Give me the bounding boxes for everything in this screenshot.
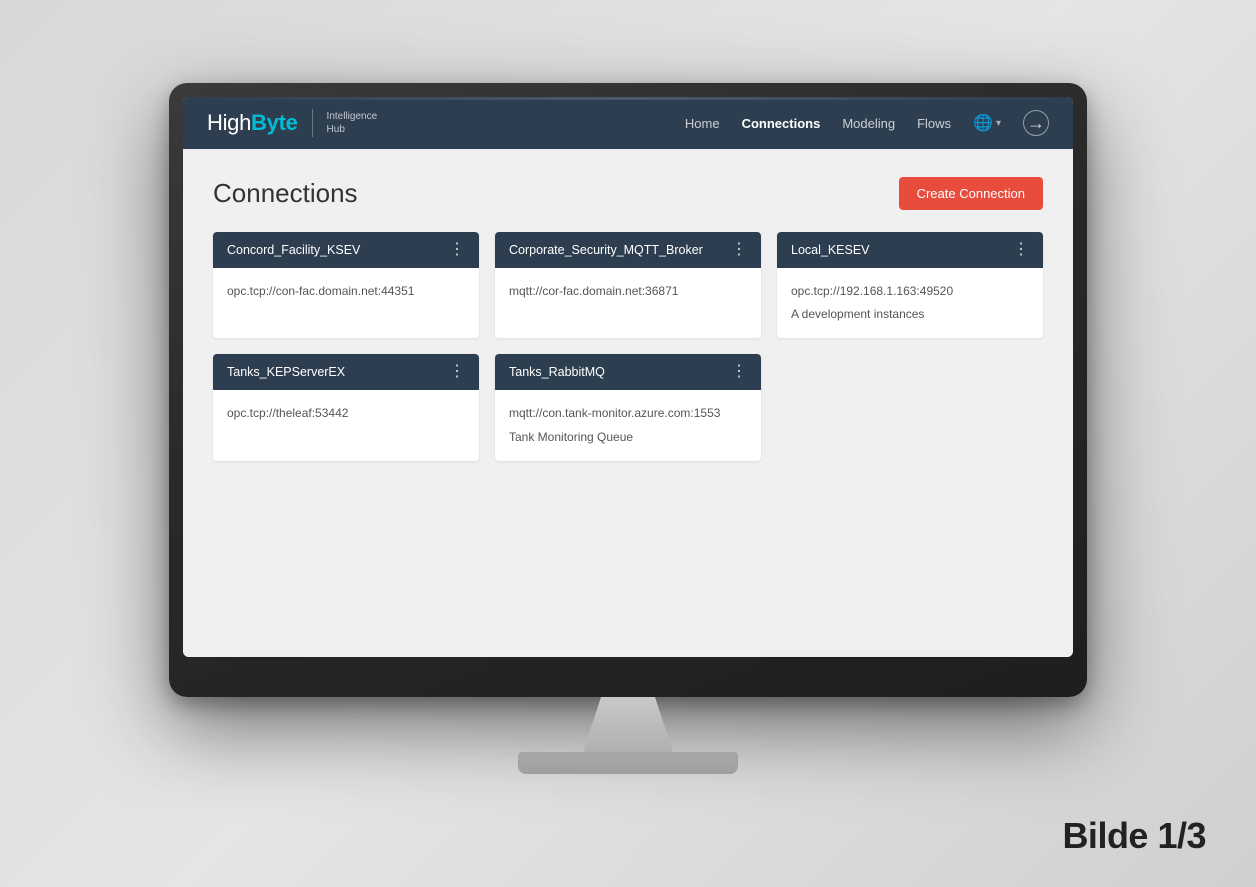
card-tanks-rabbit-body: mqtt://con.tank-monitor.azure.com:1553 T…	[495, 390, 761, 460]
card-concord: Concord_Facility_KSEV ⋮ opc.tcp://con-fa…	[213, 232, 479, 338]
card-corporate-menu[interactable]: ⋮	[731, 242, 747, 258]
card-local-menu[interactable]: ⋮	[1013, 242, 1029, 258]
card-tanks-rabbit: Tanks_RabbitMQ ⋮ mqtt://con.tank-monitor…	[495, 354, 761, 460]
logo-text: HighByte	[207, 110, 298, 136]
nav-links: Home Connections Modeling Flows 🌐 ▾ →	[685, 110, 1049, 136]
card-tanks-kep-title: Tanks_KEPServerEX	[227, 365, 345, 379]
logo-subtitle: Intelligence Hub	[327, 110, 378, 136]
monitor-stand-base	[518, 752, 738, 774]
logout-icon[interactable]: →	[1023, 110, 1049, 136]
monitor-wrapper: HighByte Intelligence Hub Home Connectio…	[169, 83, 1087, 774]
create-connection-button[interactable]: Create Connection	[899, 177, 1043, 210]
card-concord-title: Concord_Facility_KSEV	[227, 243, 360, 257]
bilde-label: Bilde 1/3	[1062, 815, 1206, 857]
logo-byte: Byte	[251, 110, 298, 135]
card-local: Local_KESEV ⋮ opc.tcp://192.168.1.163:49…	[777, 232, 1043, 338]
card-local-body: opc.tcp://192.168.1.163:49520 A developm…	[777, 268, 1043, 338]
card-tanks-rabbit-header: Tanks_RabbitMQ ⋮	[495, 354, 761, 390]
nav-flows[interactable]: Flows	[917, 116, 951, 131]
card-local-detail-0: opc.tcp://192.168.1.163:49520	[791, 282, 1029, 301]
scene: HighByte Intelligence Hub Home Connectio…	[0, 0, 1256, 887]
monitor-screen: HighByte Intelligence Hub Home Connectio…	[183, 97, 1073, 657]
card-corporate-body: mqtt://cor-fac.domain.net:36871	[495, 268, 761, 315]
card-tanks-rabbit-menu[interactable]: ⋮	[731, 364, 747, 380]
card-tanks-kep-detail-0: opc.tcp://theleaf:53442	[227, 404, 465, 423]
nav-modeling[interactable]: Modeling	[842, 116, 895, 131]
nav-connections[interactable]: Connections	[742, 116, 821, 131]
card-tanks-rabbit-title: Tanks_RabbitMQ	[509, 365, 605, 379]
card-corporate-detail-0: mqtt://cor-fac.domain.net:36871	[509, 282, 747, 301]
card-tanks-kep: Tanks_KEPServerEX ⋮ opc.tcp://theleaf:53…	[213, 354, 479, 460]
globe-icon[interactable]: 🌐 ▾	[973, 113, 1001, 133]
logo-area: HighByte Intelligence Hub	[207, 109, 377, 137]
card-tanks-rabbit-detail-1: Tank Monitoring Queue	[509, 428, 747, 447]
logo-high: High	[207, 110, 251, 135]
cards-grid: Concord_Facility_KSEV ⋮ opc.tcp://con-fa…	[213, 232, 1043, 461]
card-tanks-kep-header: Tanks_KEPServerEX ⋮	[213, 354, 479, 390]
card-corporate: Corporate_Security_MQTT_Broker ⋮ mqtt://…	[495, 232, 761, 338]
card-local-detail-1: A development instances	[791, 305, 1029, 324]
card-concord-body: opc.tcp://con-fac.domain.net:44351	[213, 268, 479, 315]
card-tanks-kep-menu[interactable]: ⋮	[449, 364, 465, 380]
monitor-stand-neck	[583, 697, 673, 752]
logo-divider	[312, 109, 313, 137]
app-main: Connections Create Connection Concord_Fa…	[183, 149, 1073, 657]
nav-home[interactable]: Home	[685, 116, 720, 131]
card-concord-header: Concord_Facility_KSEV ⋮	[213, 232, 479, 268]
page-title: Connections	[213, 178, 358, 209]
card-local-header: Local_KESEV ⋮	[777, 232, 1043, 268]
card-tanks-rabbit-detail-0: mqtt://con.tank-monitor.azure.com:1553	[509, 404, 747, 423]
page-header: Connections Create Connection	[213, 177, 1043, 210]
card-corporate-header: Corporate_Security_MQTT_Broker ⋮	[495, 232, 761, 268]
card-local-title: Local_KESEV	[791, 243, 870, 257]
app-header: HighByte Intelligence Hub Home Connectio…	[183, 97, 1073, 149]
card-corporate-title: Corporate_Security_MQTT_Broker	[509, 243, 703, 257]
card-concord-menu[interactable]: ⋮	[449, 242, 465, 258]
card-concord-detail-0: opc.tcp://con-fac.domain.net:44351	[227, 282, 465, 301]
card-tanks-kep-body: opc.tcp://theleaf:53442	[213, 390, 479, 437]
monitor-outer: HighByte Intelligence Hub Home Connectio…	[169, 83, 1087, 697]
